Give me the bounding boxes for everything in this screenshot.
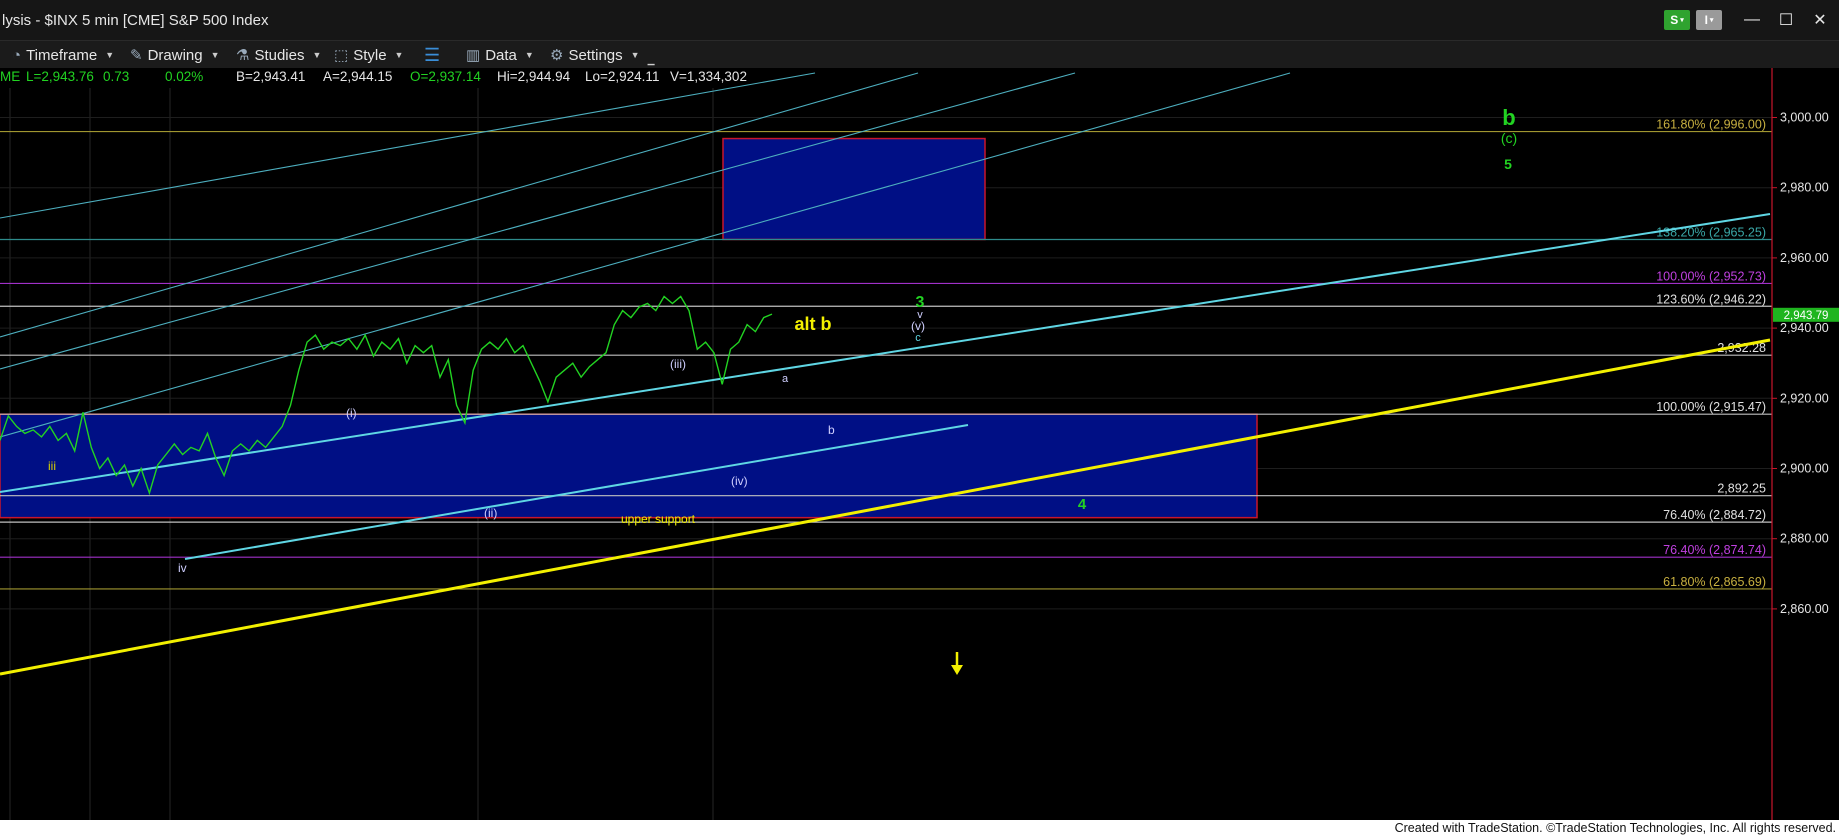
channel-line <box>0 72 1291 438</box>
price-chart[interactable]: ME L=2,943.76 0.73 0.02% B=2,943.41 A=2,… <box>0 0 1839 820</box>
drawing-label: Drawing <box>147 46 203 64</box>
settings-menu[interactable]: ⚙ Settings ▼ ▁ <box>550 45 655 65</box>
price-tick-label: 2,940.00 <box>1780 321 1829 335</box>
i-button[interactable]: I ▾ <box>1696 10 1722 30</box>
chevron-down-icon: ▼ <box>105 50 115 60</box>
zone-5-label: 5 <box>1504 156 1512 172</box>
zone-c-label: (c) <box>1501 130 1517 146</box>
fib-label: 76.40% (2,884.72) <box>1663 508 1766 522</box>
wave-c-label: c <box>915 332 921 344</box>
channel-line <box>0 72 816 219</box>
timeframe-menu[interactable]: ◔ Timeframe ▼ <box>12 45 114 65</box>
price-tick-label: 2,860.00 <box>1780 602 1829 616</box>
wave-iv-label: iv <box>178 561 187 575</box>
quote-open: O=2,937.14 <box>410 69 481 84</box>
chevron-down-icon: ▼ <box>524 50 534 60</box>
current-price-marker: 2,943.79 <box>1773 307 1839 322</box>
copyright-text: Created with TradeStation. ©TradeStation… <box>1394 821 1836 835</box>
settings-gear-icon: ⚙ <box>550 47 564 64</box>
data-menu[interactable]: ▥ Data ▼ <box>466 45 534 65</box>
chart-canvas: ME L=2,943.76 0.73 0.02% B=2,943.41 A=2,… <box>0 0 1839 820</box>
i-button-label: I ▾ <box>1696 10 1722 30</box>
data-bars-icon: ▥ <box>466 47 481 64</box>
fib-label: 2,892.25 <box>1717 482 1766 496</box>
style-label: Style <box>353 46 387 64</box>
fib-label: 123.60% (2,946.22) <box>1656 292 1766 306</box>
chevron-down-icon: ▼ <box>312 50 322 60</box>
studies-label: Studies <box>254 46 305 64</box>
drawing-brush-icon: ✎ <box>130 47 143 64</box>
wave-paren-v-label: (v) <box>911 319 925 333</box>
quote-last: L=2,943.76 <box>26 69 94 84</box>
quote-volume: V=1,334,302 <box>670 69 747 84</box>
s-button-label: S ▾ <box>1664 10 1690 30</box>
quote-low: Lo=2,924.11 <box>585 69 659 84</box>
fib-label: 61.80% (2,865.69) <box>1663 575 1766 589</box>
price-tick-label: 2,960.00 <box>1780 251 1829 265</box>
fib-label: 100.00% (2,915.47) <box>1656 400 1766 414</box>
quote-exchange: ME <box>0 69 20 84</box>
maximize-icon[interactable]: ☐ <box>1772 8 1800 32</box>
alt-b-label: alt b <box>794 314 831 334</box>
price-tick-label: 2,900.00 <box>1780 462 1829 476</box>
fib-label: 100.00% (2,952.73) <box>1656 269 1766 283</box>
wave-a-label: a <box>782 373 789 385</box>
fib-label: 138.20% (2,965.25) <box>1656 225 1766 239</box>
wave-paren-iv-label: (iv) <box>731 474 748 488</box>
studies-flask-icon: ⚗ <box>236 47 250 64</box>
style-frame-icon: ⬚ <box>334 47 349 64</box>
wave-iii-label: iii <box>48 459 56 473</box>
alt-b-zone <box>722 137 986 241</box>
wave-i-label: (i) <box>346 406 357 420</box>
window-title: lysis - $INX 5 min [CME] S&P 500 Index <box>2 12 269 29</box>
wave-paren-iii-label: (iii) <box>670 357 686 371</box>
settings-label: Settings <box>568 46 623 64</box>
price-tick-label: 3,000.00 <box>1780 111 1829 125</box>
chevron-down-icon: ▼ <box>630 50 640 60</box>
quote-percent: 0.02% <box>165 69 203 84</box>
wave-b-label: b <box>828 423 835 437</box>
chevron-down-icon: ▼ <box>210 50 220 60</box>
title-bar: lysis - $INX 5 min [CME] S&P 500 Index S… <box>0 0 1839 40</box>
overflow-chevron-icon: ▁ <box>647 54 655 65</box>
price-tick-label: 2,920.00 <box>1780 391 1829 405</box>
chevron-down-icon: ▼ <box>394 50 404 60</box>
timeframe-clock-icon: ◔ <box>12 46 22 64</box>
timeframe-label: Timeframe <box>26 46 98 64</box>
drawing-menu[interactable]: ✎ Drawing ▼ <box>130 45 220 65</box>
quote-ask: A=2,944.15 <box>323 69 392 84</box>
data-label: Data <box>485 46 517 64</box>
split-view-button[interactable]: ☰ <box>424 45 440 65</box>
quote-bid: B=2,943.41 <box>236 69 305 84</box>
down-arrow-icon <box>951 652 963 675</box>
chart-toolbar: ◔ Timeframe ▼ ✎ Drawing ▼ ⚗ Studies ▼ ⬚ … <box>0 40 1839 69</box>
svg-text:2,943.79: 2,943.79 <box>1784 310 1829 322</box>
upper-support-label: upper support <box>621 512 696 526</box>
fib-label: 76.40% (2,874.74) <box>1663 543 1766 557</box>
s-button[interactable]: S ▾ <box>1664 10 1690 30</box>
footer: Created with TradeStation. ©TradeStation… <box>0 820 1839 836</box>
quote-line: ME L=2,943.76 0.73 0.02% B=2,943.41 A=2,… <box>0 69 747 84</box>
upper-support-zone <box>0 413 1258 519</box>
price-tick-label: 2,980.00 <box>1780 181 1829 195</box>
zones <box>0 0 1585 519</box>
parallel-channel-lines <box>0 72 1291 438</box>
quote-change: 0.73 <box>103 69 129 84</box>
close-icon[interactable]: ✕ <box>1806 8 1834 32</box>
studies-menu[interactable]: ⚗ Studies ▼ <box>236 45 321 65</box>
minimize-icon[interactable]: — <box>1738 8 1766 32</box>
split-view-icon: ☰ <box>424 44 441 65</box>
fib-label: 161.80% (2,996.00) <box>1656 118 1766 132</box>
quote-high: Hi=2,944.94 <box>497 69 571 84</box>
wave-ii-label: (ii) <box>484 506 497 520</box>
zone-b-label: b <box>1502 105 1515 130</box>
wave-4-label: 4 <box>1078 496 1087 513</box>
price-tick-label: 2,880.00 <box>1780 532 1829 546</box>
style-menu[interactable]: ⬚ Style ▼ <box>334 45 403 65</box>
